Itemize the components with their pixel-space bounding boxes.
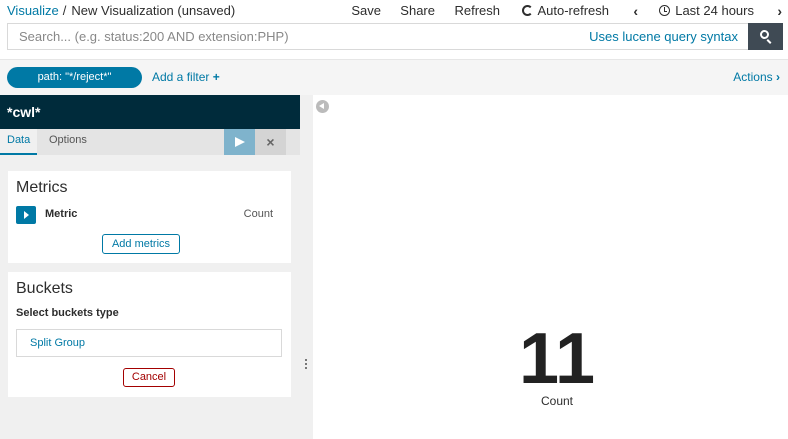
time-forward-icon[interactable]: ›	[777, 3, 782, 19]
save-button[interactable]: Save	[351, 3, 381, 18]
top-nav-bar: Visualize / New Visualization (unsaved) Sa…	[0, 0, 788, 22]
metric-value-label: Count	[540, 394, 574, 408]
buckets-panel: Buckets Select buckets type Split Group …	[8, 272, 291, 397]
expand-metric-button[interactable]	[16, 206, 36, 224]
metric-agg-type: Count	[243, 208, 273, 220]
auto-refresh-button[interactable]: Auto-refresh	[522, 3, 609, 18]
buckets-heading: Buckets	[16, 280, 73, 297]
auto-refresh-label: Auto-refresh	[537, 3, 609, 18]
filter-pill[interactable]: path: "*/reject*"	[7, 67, 142, 88]
metric-value: 11	[518, 319, 596, 399]
time-back-icon[interactable]: ‹	[633, 3, 638, 19]
share-button[interactable]: Share	[400, 3, 435, 18]
metrics-heading: Metrics	[16, 179, 68, 196]
breadcrumb: Visualize / New Visualization (unsaved)	[7, 3, 235, 18]
tab-data[interactable]: Data	[0, 129, 38, 155]
actions-label: Actions	[733, 70, 773, 84]
resize-handle-icon[interactable]	[305, 359, 308, 371]
apply-changes-button[interactable]	[224, 129, 255, 155]
collapse-sidebar-icon[interactable]	[316, 100, 329, 113]
split-group-option[interactable]: Split Group	[16, 329, 282, 357]
panel-resizer[interactable]	[300, 95, 313, 439]
clock-icon	[659, 5, 671, 16]
filter-bar: path: "*/reject*" Add a filter + Actions…	[0, 59, 788, 95]
add-filter-label: Add a filter	[152, 70, 210, 84]
page-title: New Visualization (unsaved)	[71, 3, 236, 18]
editor-tabs: Data Options ×	[0, 129, 300, 155]
visualization-canvas: 11 Count	[313, 95, 788, 439]
search-icon	[760, 30, 769, 39]
time-range-label: Last 24 hours	[675, 3, 754, 18]
search-input[interactable]	[8, 24, 568, 49]
breadcrumb-visualize-link[interactable]: Visualize	[7, 3, 59, 18]
select-buckets-type-label: Select buckets type	[16, 307, 119, 319]
plus-icon: +	[212, 70, 220, 84]
index-pattern-title: *cwl*	[0, 95, 300, 129]
breadcrumb-separator: /	[62, 3, 67, 18]
search-box: Uses lucene query syntax	[7, 23, 748, 50]
discard-changes-button[interactable]: ×	[255, 129, 286, 155]
refresh-button[interactable]: Refresh	[454, 3, 500, 18]
cancel-button[interactable]: Cancel	[123, 368, 175, 387]
refresh-icon	[522, 5, 534, 16]
time-picker-button[interactable]: Last 24 hours	[659, 3, 754, 18]
metric-label: Metric	[45, 208, 78, 220]
filter-actions-button[interactable]: Actions ›	[733, 70, 780, 84]
lucene-syntax-link[interactable]: Uses lucene query syntax	[589, 29, 738, 44]
chevron-right-icon: ›	[776, 70, 780, 84]
vis-editor-sidebar: *cwl* Data Options × Metrics Metric Coun…	[0, 95, 300, 439]
tab-options[interactable]: Options	[42, 129, 94, 155]
add-filter-button[interactable]: Add a filter +	[152, 70, 220, 84]
add-metrics-button[interactable]: Add metrics	[102, 234, 180, 254]
search-button[interactable]	[748, 23, 783, 50]
query-bar: Uses lucene query syntax	[0, 22, 788, 52]
